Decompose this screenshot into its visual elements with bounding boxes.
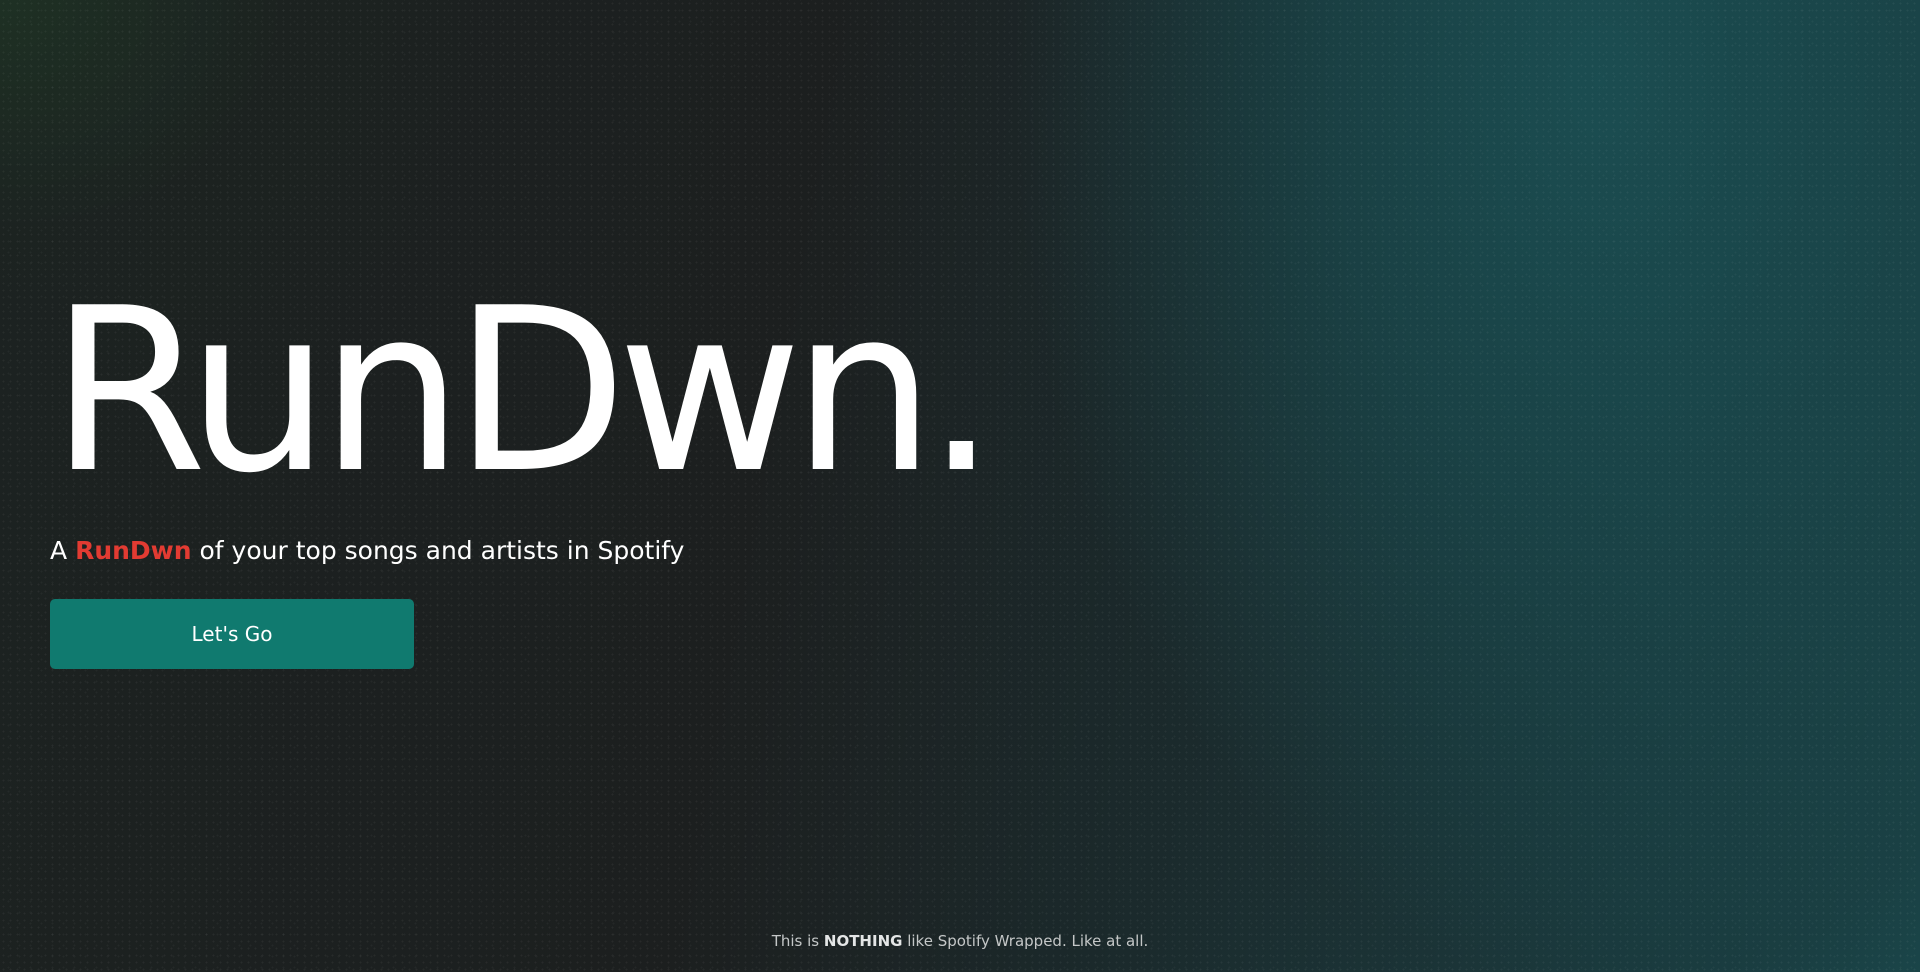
tagline: A RunDwn of your top songs and artists i… xyxy=(50,534,684,568)
tagline-suffix: of your top songs and artists in Spotify xyxy=(199,536,685,565)
footer-note: This is NOTHING like Spotify Wrapped. Li… xyxy=(0,930,1920,952)
tagline-prefix: A xyxy=(50,536,68,565)
tagline-brand: RunDwn xyxy=(75,536,192,565)
footer-emphasis: NOTHING xyxy=(823,932,903,950)
footer-prefix: This is xyxy=(771,932,820,950)
lets-go-button[interactable]: Let's Go xyxy=(50,599,414,669)
hero: RunDwn. xyxy=(50,260,997,523)
footer-suffix: like Spotify Wrapped. Like at all. xyxy=(907,932,1149,950)
app-logo-title: RunDwn. xyxy=(50,260,997,523)
